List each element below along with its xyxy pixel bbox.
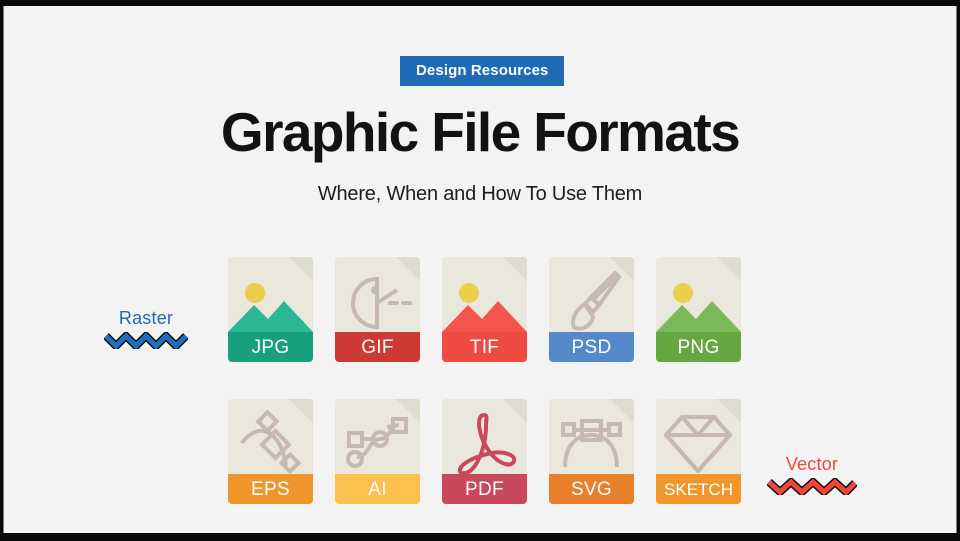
file-label-svg: SVG: [570, 478, 613, 500]
file-label-pdf: PDF: [465, 478, 504, 500]
file-card-pdf[interactable]: PDF: [442, 399, 527, 504]
file-row-raster: JPG GIF TIF PSD PNG: [228, 257, 741, 362]
file-label-ai: AI: [368, 478, 387, 500]
file-card-eps[interactable]: EPS: [228, 399, 313, 504]
folded-corner-icon: [396, 399, 420, 423]
zigzag-underline-raster-icon: [104, 332, 188, 349]
folded-corner-icon: [610, 399, 634, 423]
file-row-vector: EPS AI PDF SVG SKETCH: [228, 399, 741, 504]
file-label-bar-psd: PSD: [549, 332, 634, 362]
file-card-gif[interactable]: GIF: [335, 257, 420, 362]
folded-corner-icon: [717, 257, 741, 281]
page-title: Graphic File Formats: [220, 101, 741, 163]
file-card-png[interactable]: PNG: [656, 257, 741, 362]
folded-corner-icon: [396, 257, 420, 281]
file-card-ai[interactable]: AI: [335, 399, 420, 504]
file-label-bar-tif: TIF: [442, 332, 527, 362]
folded-corner-icon: [503, 399, 527, 423]
file-label-bar-ai: AI: [335, 474, 420, 504]
category-label-raster: Raster: [76, 309, 216, 349]
file-label-tif: TIF: [469, 336, 500, 358]
file-card-sketch[interactable]: SKETCH: [656, 399, 741, 504]
file-format-grid: JPG GIF TIF PSD PNG EPS AI PDF SVG SKETC…: [228, 257, 741, 504]
folded-corner-icon: [289, 257, 313, 281]
file-label-png: PNG: [677, 336, 720, 358]
file-card-tif[interactable]: TIF: [442, 257, 527, 362]
folded-corner-icon: [610, 257, 634, 281]
zigzag-underline-vector-icon: [767, 478, 857, 495]
category-label-vector: Vector: [742, 455, 882, 495]
file-label-bar-pdf: PDF: [442, 474, 527, 504]
badge-design-resources: Design Resources: [400, 56, 565, 86]
folded-corner-icon: [717, 399, 741, 423]
file-label-psd: PSD: [571, 336, 612, 358]
slide-frame: Design Resources Graphic File Formats Wh…: [0, 0, 960, 541]
file-label-bar-jpg: JPG: [228, 332, 313, 362]
file-card-svg[interactable]: SVG: [549, 399, 634, 504]
file-label-bar-png: PNG: [656, 332, 741, 362]
folded-corner-icon: [289, 399, 313, 423]
file-label-gif: GIF: [361, 336, 394, 358]
file-label-bar-svg: SVG: [549, 474, 634, 504]
file-card-jpg[interactable]: JPG: [228, 257, 313, 362]
page-subtitle: Where, When and How To Use Them: [317, 183, 643, 205]
file-card-psd[interactable]: PSD: [549, 257, 634, 362]
file-label-jpg: JPG: [251, 336, 290, 358]
file-label-bar-gif: GIF: [335, 332, 420, 362]
category-label-raster-text: Raster: [118, 308, 174, 328]
file-label-eps: EPS: [251, 478, 290, 500]
category-label-vector-text: Vector: [785, 454, 839, 474]
folded-corner-icon: [503, 257, 527, 281]
file-label-bar-sketch: SKETCH: [656, 474, 741, 504]
badge-label: Design Resources: [416, 62, 549, 79]
file-label-sketch: SKETCH: [664, 479, 733, 499]
file-label-bar-eps: EPS: [228, 474, 313, 504]
slide-canvas: Design Resources Graphic File Formats Wh…: [3, 6, 957, 533]
